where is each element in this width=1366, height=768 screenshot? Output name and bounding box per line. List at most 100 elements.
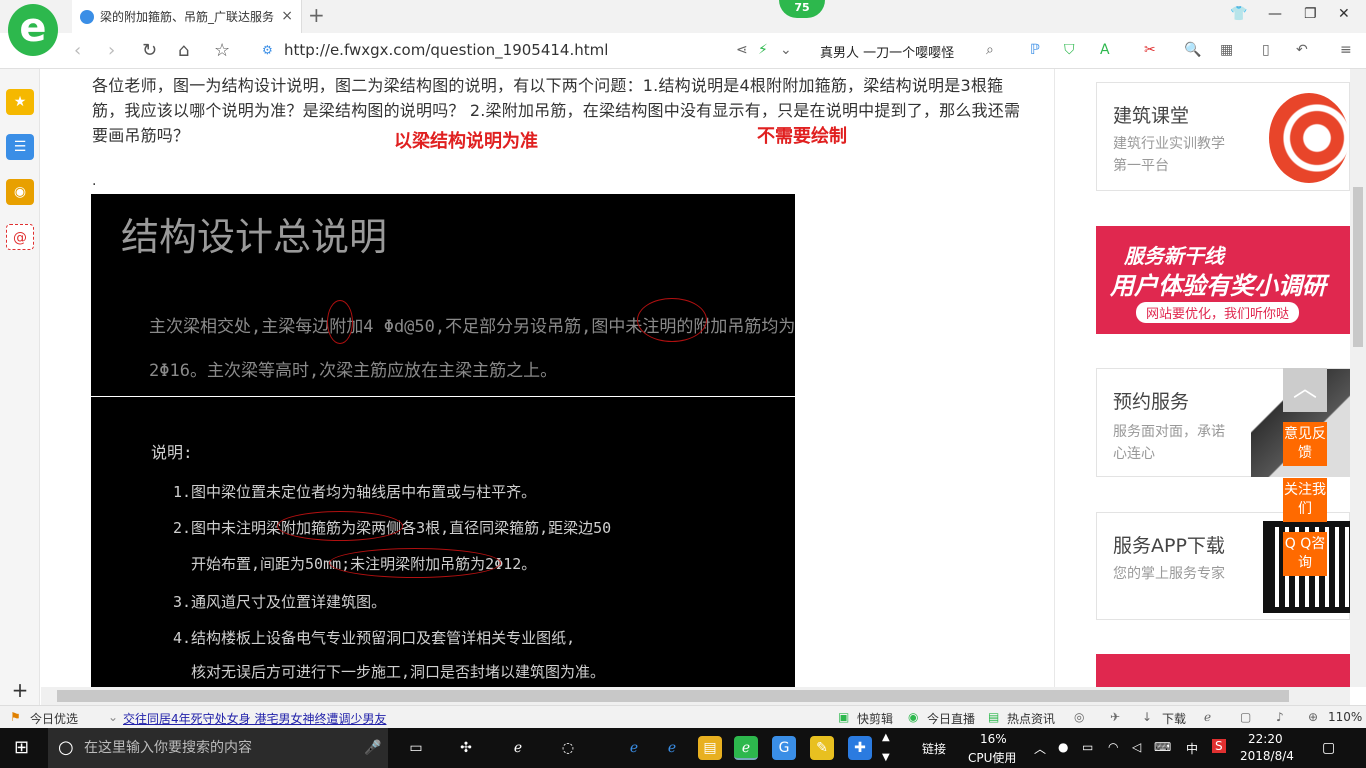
- feedback-button[interactable]: 意见反馈: [1283, 422, 1327, 466]
- new-tab-button[interactable]: +: [308, 3, 325, 27]
- search-icon[interactable]: ⌕: [986, 42, 994, 58]
- reader-icon[interactable]: ▯: [1262, 42, 1270, 58]
- scissors-icon[interactable]: ✂: [1144, 42, 1156, 58]
- scroll-thumb[interactable]: [57, 690, 1289, 702]
- menu-icon[interactable]: ≡: [1340, 42, 1352, 58]
- microphone-icon[interactable]: 🎤: [364, 728, 381, 768]
- spiral-app-icon[interactable]: ◌: [556, 736, 580, 760]
- follow-us-button[interactable]: 关注我们: [1283, 478, 1327, 522]
- minimize-icon[interactable]: —: [1268, 6, 1282, 22]
- translate-icon[interactable]: A: [1100, 42, 1110, 58]
- apps-icon[interactable]: ▦: [1220, 42, 1233, 58]
- link-label[interactable]: 链接: [922, 740, 946, 757]
- shirt-icon[interactable]: 👕: [1230, 6, 1247, 22]
- refresh-icon[interactable]: ↻: [142, 40, 157, 61]
- scroll-down-icon[interactable]: ▼: [882, 752, 890, 763]
- kuaijian-link[interactable]: 快剪辑: [857, 710, 893, 727]
- download-icon: ↓: [1142, 710, 1153, 724]
- keyboard-icon[interactable]: ⌨: [1154, 740, 1171, 754]
- window-icon[interactable]: ▢: [1240, 710, 1251, 724]
- people-icon[interactable]: ●: [1058, 740, 1068, 754]
- notepad-app-icon[interactable]: ✎: [810, 736, 834, 760]
- home-icon[interactable]: ⌂: [178, 40, 189, 61]
- card-desc: 建筑行业实训教学第一平台: [1113, 136, 1225, 174]
- forward-icon[interactable]: ›: [108, 40, 115, 61]
- survey-banner[interactable]: 服务新干线 用户体验有奖小调研 网站要优化，我们听你哒: [1096, 226, 1350, 334]
- hot-news-link[interactable]: 热点资讯: [1007, 710, 1055, 727]
- image1-title: 结构设计总说明: [121, 215, 388, 259]
- edge-icon[interactable]: ℯ: [1204, 710, 1211, 724]
- sogou-icon[interactable]: S: [1212, 739, 1226, 753]
- vertical-scrollbar[interactable]: [1350, 69, 1366, 687]
- clock-time[interactable]: 22:20: [1248, 732, 1283, 746]
- red-banner[interactable]: [1096, 654, 1350, 687]
- undo-icon[interactable]: ↶: [1296, 42, 1308, 58]
- live-icon: ◉: [908, 710, 919, 724]
- search-input[interactable]: 真男人 一刀一个嘤嘤怪: [820, 42, 954, 61]
- answer-2: 不需要绘制: [757, 126, 847, 147]
- beam-structure-image: 说明: 1.图中梁位置未定位者均为轴线居中布置或与柱平齐。 2.图中未注明梁附加…: [91, 397, 795, 687]
- image2-item4a: 4.结构楼板上设备电气专业预留洞口及套管详相关专业图纸,: [173, 629, 576, 647]
- close-window-icon[interactable]: ✕: [1338, 6, 1350, 22]
- ime-indicator[interactable]: 中: [1186, 740, 1198, 757]
- clock-date[interactable]: 2018/8/4: [1240, 749, 1294, 763]
- pin-icon[interactable]: ✈: [1110, 710, 1120, 724]
- zoom-level[interactable]: 110%: [1328, 710, 1362, 724]
- plus-app-icon[interactable]: ✚: [848, 736, 872, 760]
- scroll-thumb[interactable]: [1353, 187, 1363, 347]
- secure-icon: ⚙: [262, 43, 273, 57]
- email-icon[interactable]: @: [6, 224, 34, 250]
- card-classroom[interactable]: 建筑课堂 建筑行业实训教学第一平台: [1096, 82, 1350, 191]
- qq-consult-button[interactable]: Q Q咨询: [1283, 532, 1327, 576]
- live-link[interactable]: 今日直播: [927, 710, 975, 727]
- download-link[interactable]: 下载: [1162, 710, 1186, 727]
- ie-browser-icon[interactable]: ℯ: [660, 736, 684, 760]
- wifi-icon[interactable]: ◠: [1108, 740, 1118, 754]
- sound-icon[interactable]: ♪: [1276, 710, 1284, 724]
- annotation-ellipse: [637, 298, 707, 342]
- ie-app-icon[interactable]: ℯ: [506, 736, 530, 760]
- sidebar: ★ ☰ ◉ @ +: [0, 69, 40, 705]
- today-picks-link[interactable]: 今日优选: [30, 710, 78, 727]
- add-sidebar-icon[interactable]: +: [6, 677, 34, 703]
- tab-active[interactable]: 梁的附加箍筋、吊筋_广联达服务 ×: [72, 0, 302, 33]
- volume-icon[interactable]: ◁: [1132, 740, 1141, 754]
- shield-icon[interactable]: ⛉: [1064, 42, 1075, 58]
- chevron-down-icon[interactable]: ⌄: [108, 710, 118, 724]
- favorite-star-icon[interactable]: ☆: [214, 40, 230, 61]
- back-to-top-button[interactable]: ︿: [1283, 368, 1327, 412]
- file-explorer-icon[interactable]: ▤: [698, 736, 722, 760]
- reading-list-icon[interactable]: ☰: [6, 134, 34, 160]
- notification-badge[interactable]: 75: [779, 0, 825, 18]
- edge-app-icon[interactable]: ℯ: [622, 736, 646, 760]
- extension-icon[interactable]: ℙ: [1030, 42, 1040, 58]
- speed-icon[interactable]: ◎: [1074, 710, 1084, 724]
- task-view-icon[interactable]: ▭: [404, 736, 428, 760]
- news-link[interactable]: 交往同居4年死守处女身 港宅男女神终遭调少男友: [123, 710, 386, 727]
- active-browser-icon[interactable]: ℯ: [734, 736, 758, 760]
- weibo-icon[interactable]: ◉: [6, 179, 34, 205]
- image2-item1: 1.图中梁位置未定位者均为轴线居中布置或与柱平齐。: [173, 483, 537, 501]
- horizontal-scrollbar[interactable]: [41, 687, 1350, 705]
- tray-chevron-icon[interactable]: ︿: [1034, 740, 1046, 757]
- windows-start-icon[interactable]: ⊞: [14, 737, 29, 758]
- url-field[interactable]: http://e.fwxgx.com/question_1905414.html: [284, 41, 608, 59]
- zoom-icon: ⊕: [1308, 710, 1319, 724]
- magnifier-icon[interactable]: 🔍: [1184, 42, 1201, 58]
- blue-app-icon[interactable]: G: [772, 736, 796, 760]
- banner-tag: 网站要优化，我们听你哒: [1136, 302, 1300, 323]
- back-icon[interactable]: ‹: [74, 40, 81, 61]
- pinwheel-app-icon[interactable]: ✣: [454, 736, 478, 760]
- share-icon[interactable]: ⋖: [736, 42, 748, 58]
- lightning-icon[interactable]: ⚡: [758, 42, 768, 58]
- action-center-icon[interactable]: ▢: [1322, 740, 1335, 756]
- browser-logo[interactable]: e: [8, 4, 58, 56]
- chevron-down-icon[interactable]: ⌄: [780, 42, 792, 58]
- restore-icon[interactable]: ❐: [1304, 6, 1317, 22]
- favorites-icon[interactable]: ★: [6, 89, 34, 115]
- battery-icon[interactable]: ▭: [1082, 740, 1093, 754]
- taskbar-search[interactable]: ○ 在这里输入你要搜索的内容 🎤: [48, 728, 388, 768]
- scroll-up-icon[interactable]: ▲: [882, 732, 890, 743]
- tab-close-icon[interactable]: ×: [281, 8, 293, 24]
- annotation-ellipse: [277, 511, 403, 541]
